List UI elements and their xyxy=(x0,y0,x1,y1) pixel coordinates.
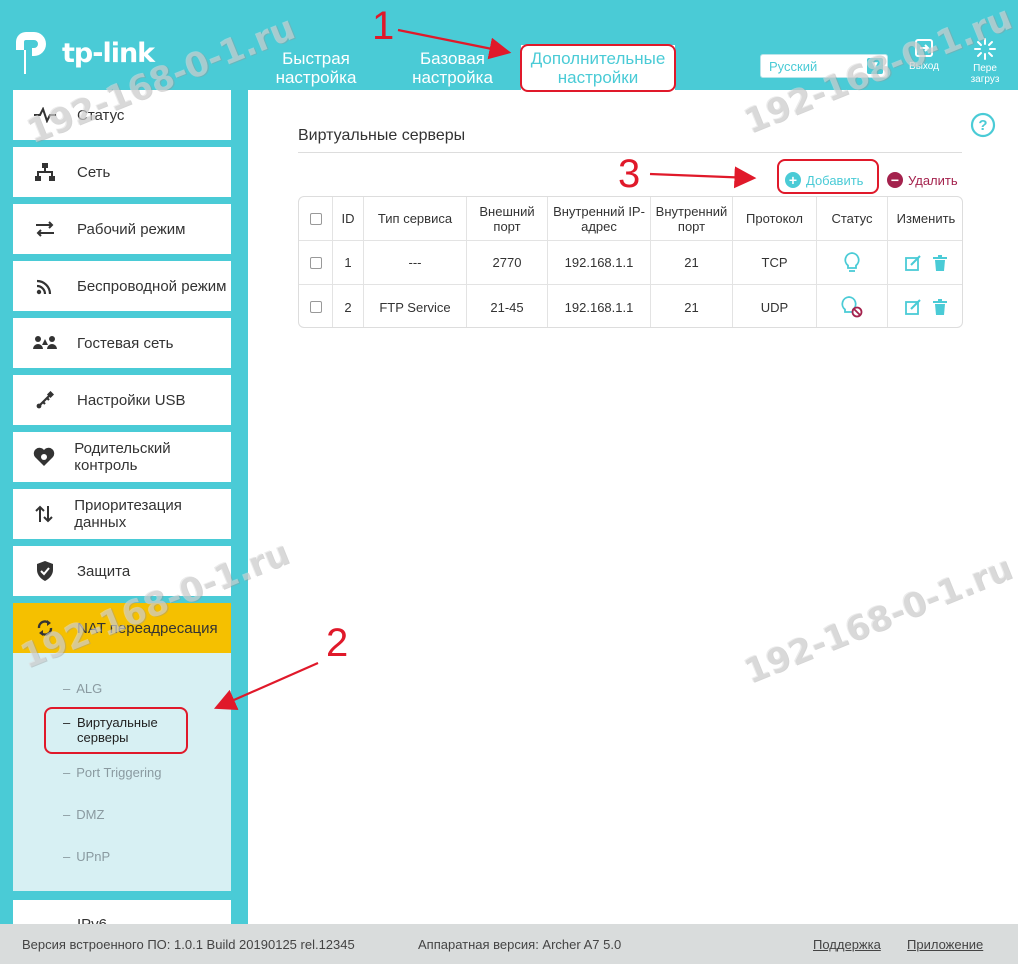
annotation-arrows xyxy=(213,28,757,710)
